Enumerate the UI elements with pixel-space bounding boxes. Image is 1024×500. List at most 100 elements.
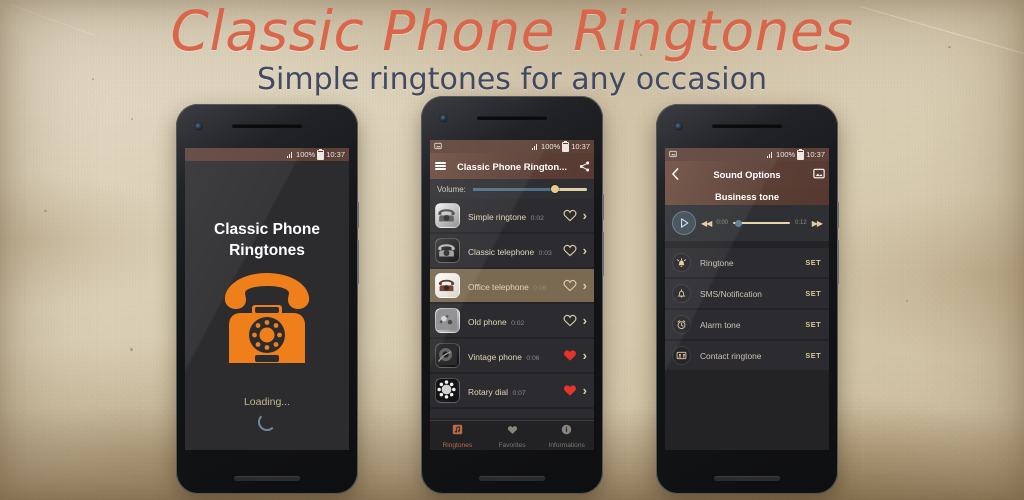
volume-control-row[interactable]: Volume: [430, 179, 594, 199]
set-button[interactable]: SET [805, 320, 821, 329]
option-row-ringtone[interactable]: Ringtone SET [665, 248, 829, 277]
audio-player[interactable]: ◀◀ 0:00 0:12 ▶▶ [665, 205, 829, 241]
sound-options-list[interactable]: Ringtone SET SMS/Notification SET Alarm … [665, 248, 829, 450]
seek-slider[interactable] [733, 219, 790, 227]
bottom-speaker [714, 476, 780, 481]
phone-top-notch [738, 105, 756, 109]
table-row[interactable]: Vintage phone 0:06 › [430, 339, 594, 372]
earpiece-speaker [232, 124, 302, 128]
favorite-heart-icon[interactable] [563, 244, 577, 257]
toolbar-title: Sound Options [713, 168, 781, 180]
heart-icon [507, 422, 518, 440]
earpiece-speaker [477, 116, 547, 120]
white-telephone-icon [435, 203, 460, 228]
favorite-heart-icon[interactable] [563, 314, 577, 327]
battery-icon [317, 148, 325, 160]
splash-app-name: Classic Phone Ringtones [185, 219, 349, 261]
splash-screen: Classic Phone Ringtones Loading... [185, 161, 349, 450]
fast-forward-icon[interactable]: ▶▶ [812, 219, 823, 228]
volume-slider-knob[interactable] [551, 185, 560, 193]
chevron-right-icon[interactable]: › [583, 314, 587, 327]
phone-side-button [357, 202, 359, 228]
status-bar: 100% 10:37 [185, 148, 349, 161]
option-row-contact[interactable]: Contact ringtone SET [665, 341, 829, 370]
table-row[interactable]: Simple ringtone 0:02 › [430, 199, 594, 232]
back-chevron-icon[interactable] [665, 168, 685, 180]
rewind-icon[interactable]: ◀◀ [701, 219, 712, 228]
set-button[interactable]: SET [805, 258, 821, 267]
ringtone-duration: 0:06 [526, 354, 540, 362]
chevron-right-icon[interactable]: › [583, 209, 587, 222]
ringtone-meta: Office telephone 0:06 [460, 277, 563, 295]
favorite-heart-icon[interactable] [563, 279, 577, 292]
nav-item-favorites[interactable]: Favorites [485, 421, 540, 450]
ringtone-duration: 0:07 [512, 389, 526, 397]
table-row[interactable]: Rotary dial 0:07 › [430, 374, 594, 407]
bottom-navigation[interactable]: Ringtones Favorites Informations [430, 420, 594, 450]
favorite-heart-icon[interactable] [563, 384, 577, 397]
rotary-telephone-icon [219, 269, 315, 374]
alarm-clock-icon [672, 315, 691, 334]
nav-item-ringtones[interactable]: Ringtones [430, 421, 485, 450]
signal-bars-icon [287, 151, 294, 158]
table-row[interactable]: Old phone 0:02 › [430, 304, 594, 337]
bottom-speaker [234, 476, 300, 481]
notification-bell-icon [672, 284, 691, 303]
favorite-heart-icon[interactable] [563, 349, 577, 362]
signal-bars-icon [532, 143, 539, 150]
table-row-partial[interactable] [430, 409, 594, 418]
nav-item-informations[interactable]: Informations [539, 421, 594, 450]
nav-item-label: Favorites [498, 442, 526, 449]
share-icon[interactable] [574, 161, 594, 172]
volume-slider[interactable] [472, 185, 587, 193]
ringtone-name: Office telephone [468, 281, 529, 292]
chevron-right-icon[interactable]: › [583, 349, 587, 362]
ringtone-duration: 0:02 [511, 319, 525, 327]
phone-top-notch [503, 97, 521, 101]
loading-spinner-icon [258, 413, 276, 431]
splash-app-name-line1: Classic Phone [214, 221, 320, 238]
vintage-phone-icon [435, 343, 460, 368]
old-phone-icon [435, 308, 460, 333]
option-label: Alarm tone [700, 319, 741, 330]
ringtone-bell-icon [672, 253, 691, 272]
phone-side-button [602, 232, 604, 276]
phone-side-button [602, 194, 604, 220]
front-camera-icon [674, 122, 683, 131]
set-button[interactable]: SET [805, 289, 821, 298]
option-row-alarm[interactable]: Alarm tone SET [665, 310, 829, 339]
table-row[interactable]: Office telephone 0:06 › [430, 269, 594, 302]
ringtone-name: Simple ringtone [468, 211, 527, 222]
table-row[interactable]: Classic telephone 0:03 › [430, 234, 594, 267]
play-icon[interactable] [672, 211, 696, 235]
app-toolbar: Sound Options [665, 161, 829, 187]
chevron-right-icon[interactable]: › [583, 384, 587, 397]
front-camera-icon [439, 114, 448, 123]
loading-text: Loading... [243, 396, 291, 408]
front-camera-icon [194, 122, 203, 131]
bottom-speaker [479, 476, 545, 481]
ringtone-icon [452, 422, 463, 440]
phone-mockup-list: 100% 10:37 Classic Phone Rington... Volu… [421, 96, 604, 494]
nav-item-label: Ringtones [442, 442, 473, 449]
set-button[interactable]: SET [805, 351, 821, 360]
image-icon[interactable] [809, 168, 829, 180]
chevron-right-icon[interactable]: › [583, 279, 587, 292]
favorite-heart-icon[interactable] [563, 209, 577, 222]
phone-mockup-splash: 100% 10:37 Classic Phone Ringtones Loadi… [176, 104, 359, 494]
seek-slider-knob[interactable] [734, 219, 742, 227]
volume-slider-fill [472, 187, 556, 191]
time-current: 0:00 [716, 220, 728, 226]
ringtone-list[interactable]: Simple ringtone 0:02 › Classic telephone… [430, 199, 594, 421]
nav-item-label: Informations [548, 442, 585, 449]
ringtone-name: Classic telephone [468, 246, 535, 257]
phone-side-button [837, 240, 839, 284]
chevron-right-icon[interactable]: › [583, 244, 587, 257]
volume-label: Volume: [437, 184, 466, 194]
black-telephone-icon [435, 238, 460, 263]
phone-side-button [357, 240, 359, 284]
ringtone-meta: Rotary dial 0:07 [460, 382, 563, 400]
clock: 10:37 [326, 150, 345, 159]
hamburger-menu-icon[interactable] [430, 160, 450, 172]
option-row-sms[interactable]: SMS/Notification SET [665, 279, 829, 308]
